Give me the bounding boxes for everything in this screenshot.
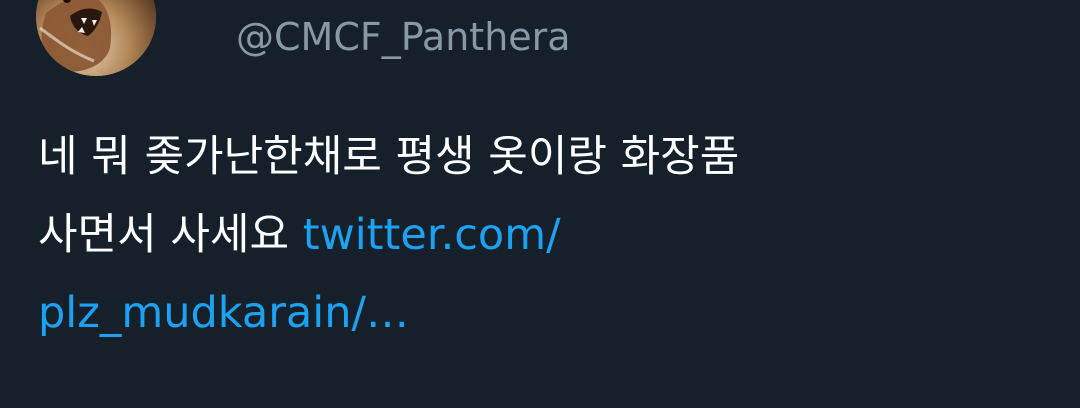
panther-avatar-icon[interactable] bbox=[36, 0, 156, 76]
user-handle[interactable]: @CMCF_Panthera bbox=[236, 12, 571, 62]
tweet-text-line-1: 네 뭐 좆가난한채로 평생 옷이랑 화장품 bbox=[38, 132, 740, 182]
tweet-link-part-1: twitter.com/ bbox=[302, 210, 561, 260]
tweet-text-line-2: 사면서 사세요 bbox=[38, 210, 303, 260]
tweet-body: 네 뭐 좆가난한채로 평생 옷이랑 화장품 사면서 사세요 twitter.co… bbox=[38, 118, 1048, 352]
tweet-link-part-2: plz_mudkarain/… bbox=[38, 288, 409, 338]
tweet: @CMCF_Panthera 네 뭐 좆가난한채로 평생 옷이랑 화장품 사면서… bbox=[0, 0, 1080, 408]
